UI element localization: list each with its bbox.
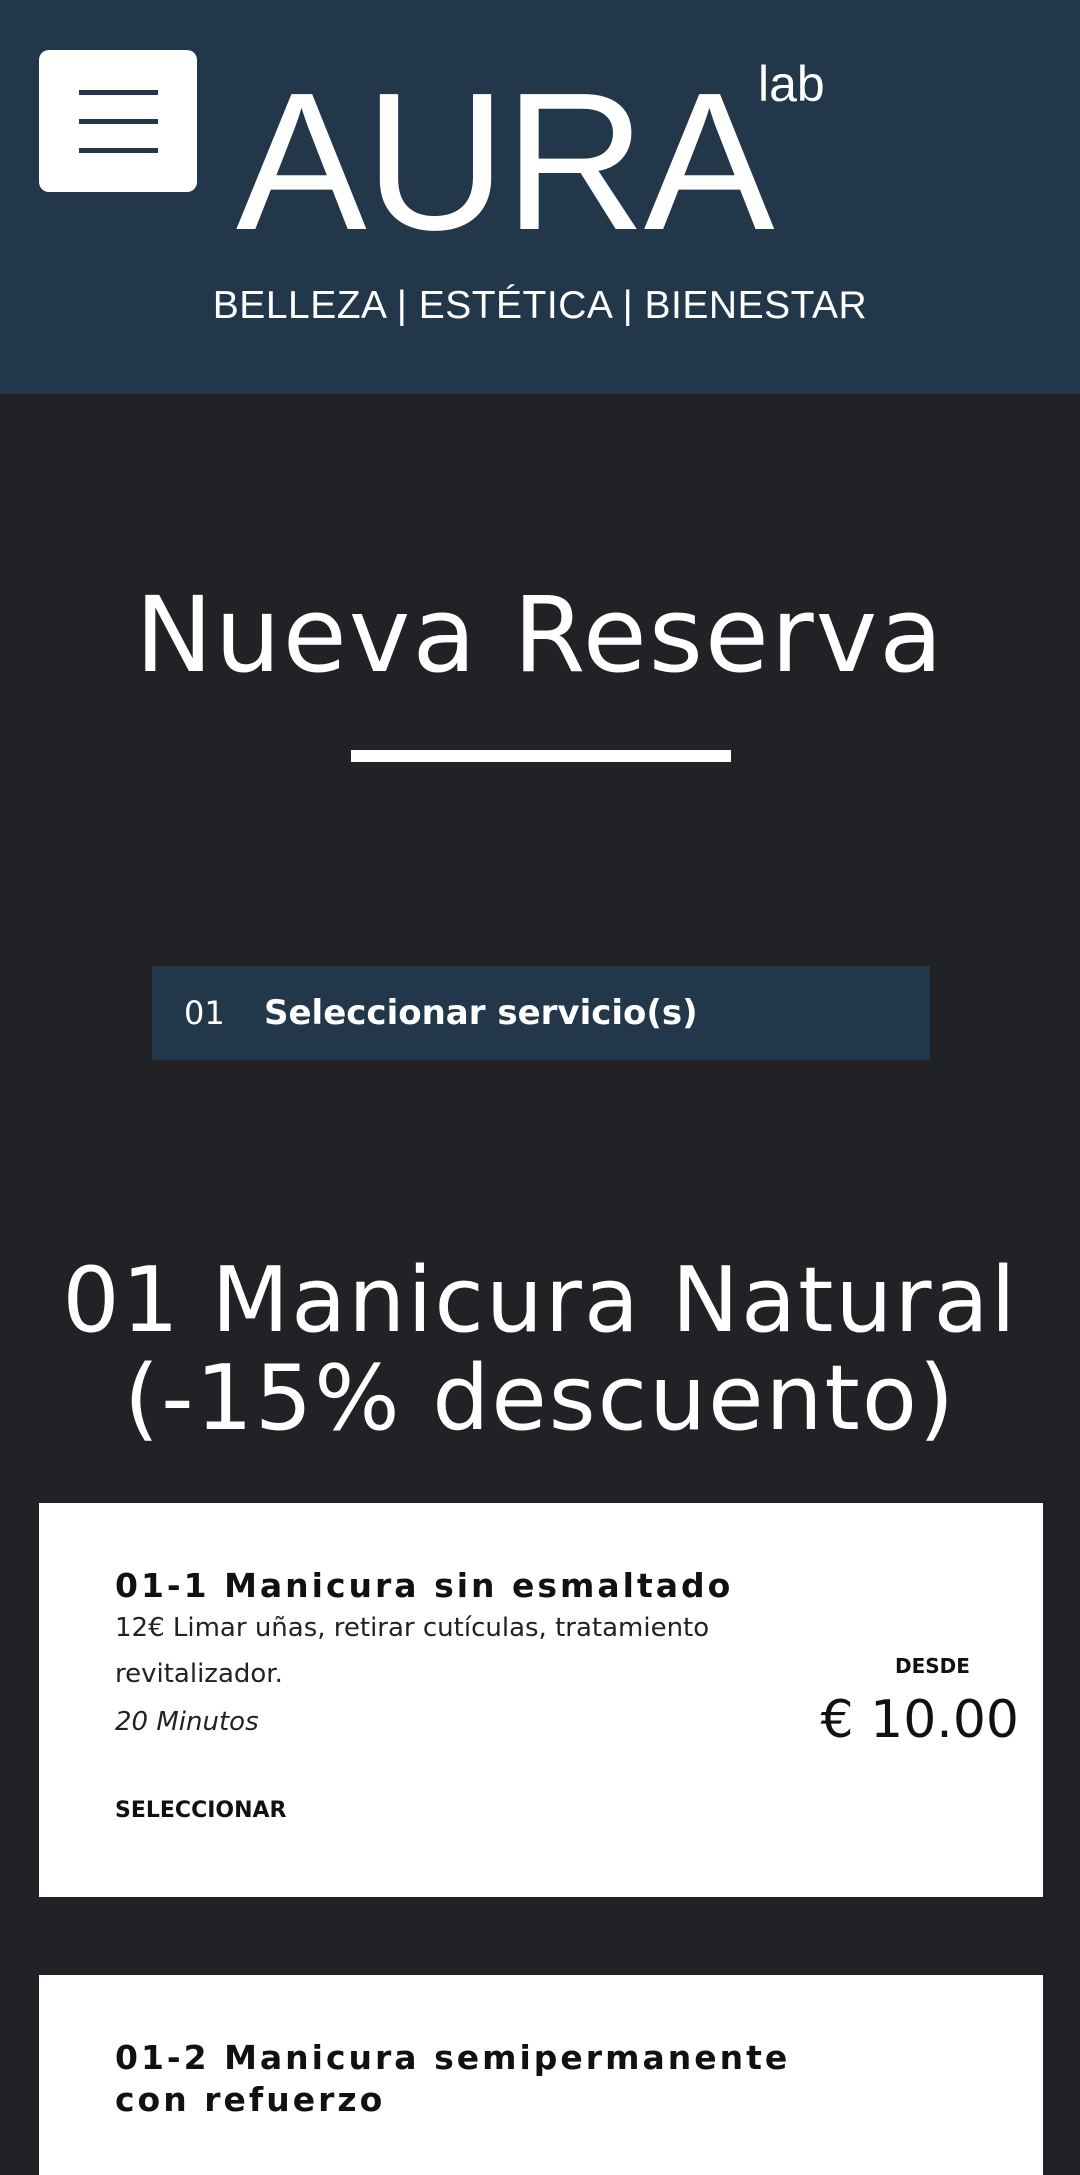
service-name: 01-1 Manicura sin esmaltado [115, 1566, 734, 1605]
brand-logo[interactable]: AURA lab BELLEZA | ESTÉTICA | BIENESTAR [0, 0, 1080, 394]
logo-superscript: lab [758, 56, 825, 112]
logo-wordmark: AURA [236, 52, 775, 271]
category-title: 01 Manicura Natural (-15% descuento) [0, 1252, 1080, 1448]
category-title-line2: (-15% descuento) [123, 1346, 957, 1451]
select-service-button[interactable]: SELECCIONAR [115, 1795, 286, 1827]
service-name: 01-2 Manicura semipermanente con refuerz… [115, 2038, 791, 2119]
service-description: 12€ Limar uñas, retirar cutículas, trata… [115, 1613, 710, 1689]
site-header: AURA lab BELLEZA | ESTÉTICA | BIENESTAR [0, 0, 1080, 394]
service-card: 01-2 Manicura semipermanente con refuerz… [39, 1975, 1043, 2175]
price-from-label: DESDE [895, 1654, 970, 1678]
step-number: 01 [184, 994, 225, 1032]
logo-tagline: BELLEZA | ESTÉTICA | BIENESTAR [212, 284, 868, 327]
page-title: Nueva Reserva [135, 574, 945, 696]
service-duration: 20 Minutos [115, 1707, 259, 1737]
service-card: 01-1 Manicura sin esmaltado 12€ Limar uñ… [39, 1503, 1043, 1897]
service-price: € 10.00 [820, 1690, 1019, 1750]
step-bar-select-services[interactable]: 01 Seleccionar servicio(s) [152, 966, 930, 1060]
title-divider [351, 750, 731, 762]
category-title-line1: 01 Manicura Natural [62, 1248, 1018, 1353]
step-label: Seleccionar servicio(s) [264, 993, 698, 1033]
